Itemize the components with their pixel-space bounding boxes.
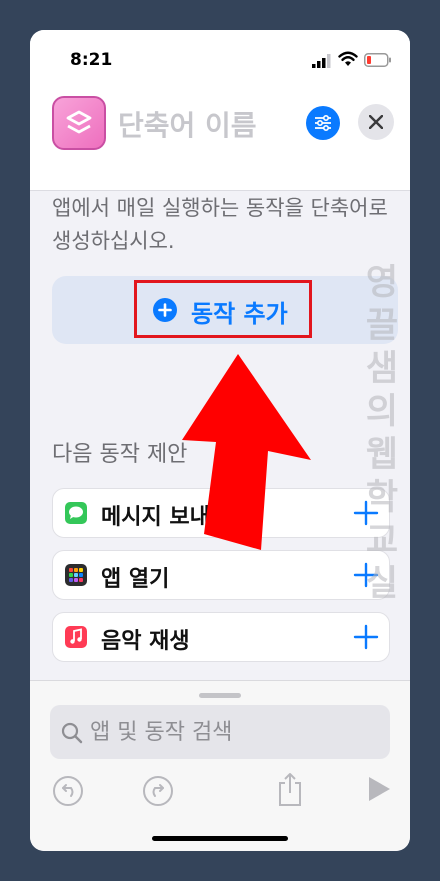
add-action-button[interactable]: 동작 추가: [134, 280, 312, 338]
plus-circle-icon: [153, 298, 177, 322]
status-bar: 8:21: [30, 30, 410, 86]
suggestion-open-app[interactable]: 앱 열기: [52, 550, 390, 600]
sheet-grabber[interactable]: [199, 693, 241, 698]
undo-icon[interactable]: [52, 775, 84, 807]
shortcuts-logo-icon: [66, 110, 92, 134]
shortcut-name-field[interactable]: 단축어 이름: [118, 104, 257, 144]
music-icon: [65, 626, 87, 648]
suggestion-play-music[interactable]: 음악 재생: [52, 612, 390, 662]
intro-text: 앱에서 매일 실행하는 동작을 단축어로 생성하십시오.: [52, 196, 388, 253]
search-icon: [61, 722, 83, 744]
arrow-up-icon: [182, 354, 311, 550]
close-icon: [369, 115, 383, 129]
messages-icon: [65, 502, 87, 524]
watermark-text: 영끌샘의 웹학교실: [365, 263, 399, 604]
play-icon[interactable]: [366, 775, 392, 803]
share-icon[interactable]: [276, 771, 304, 807]
suggestion-label: 앱 열기: [101, 567, 170, 592]
suggestions-title: 다음 동작 제안: [52, 442, 188, 467]
shortcut-icon[interactable]: [52, 96, 106, 150]
battery-icon: [364, 53, 391, 67]
redo-icon[interactable]: [142, 775, 174, 807]
sliders-icon: [315, 114, 331, 132]
add-action-label: 동작 추가: [191, 300, 288, 328]
action-search-sheet: [30, 680, 410, 851]
home-indicator: [152, 836, 288, 841]
add-icon[interactable]: [353, 624, 379, 650]
cellular-signal-icon: [312, 54, 331, 68]
editor-header: 단축어 이름: [30, 86, 410, 191]
status-time: 8:21: [70, 50, 113, 70]
close-button[interactable]: [358, 104, 394, 140]
search-field[interactable]: [50, 705, 390, 759]
settings-button[interactable]: [306, 106, 340, 140]
wifi-icon: [338, 51, 358, 66]
suggestion-label: 음악 재생: [101, 629, 190, 654]
search-input[interactable]: [90, 717, 380, 747]
app-grid-icon: [65, 564, 87, 586]
